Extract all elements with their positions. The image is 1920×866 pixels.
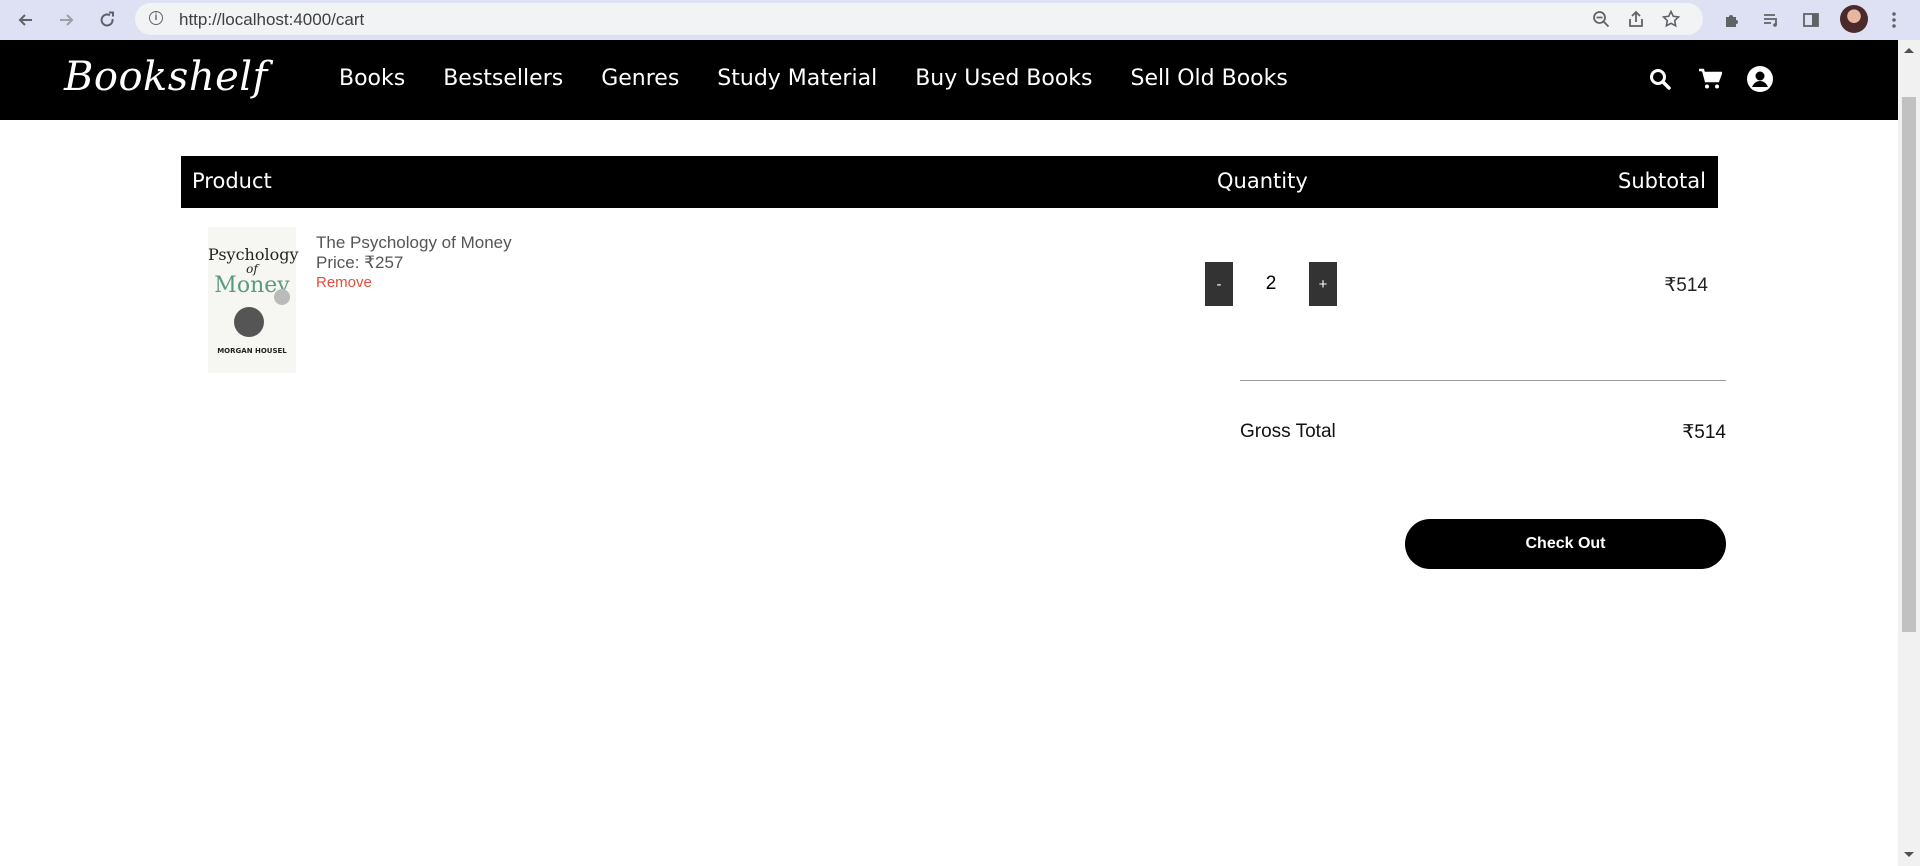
kebab-menu-icon[interactable] <box>1883 9 1905 31</box>
header-product: Product <box>192 169 272 193</box>
remove-item-link[interactable]: Remove <box>316 274 372 291</box>
extensions-puzzle-icon[interactable] <box>1721 9 1743 31</box>
nav-buy-used-books[interactable]: Buy Used Books <box>915 66 1092 91</box>
main-nav: Books Bestsellers Genres Study Material … <box>339 66 1326 91</box>
decrement-quantity-button[interactable]: - <box>1205 262 1233 306</box>
site-logo[interactable]: Bookshelf <box>64 54 268 100</box>
page-scrollbar[interactable] <box>1898 40 1920 866</box>
cover-illustration <box>234 307 264 337</box>
side-panel-icon[interactable] <box>1800 9 1822 31</box>
scrollbar-thumb[interactable] <box>1902 97 1916 632</box>
address-bar[interactable]: i http://localhost:4000/cart <box>135 3 1703 35</box>
nav-bestsellers[interactable]: Bestsellers <box>443 66 563 91</box>
item-subtotal: ₹514 <box>1664 275 1708 296</box>
site-header: Bookshelf Books Bestsellers Genres Study… <box>0 40 1898 120</box>
reload-icon[interactable] <box>95 8 119 32</box>
header-quantity: Quantity <box>1217 169 1308 193</box>
account-icon[interactable] <box>1745 64 1775 94</box>
nav-study-material[interactable]: Study Material <box>717 66 877 91</box>
zoom-out-icon[interactable] <box>1591 9 1611 29</box>
forward-arrow-icon[interactable] <box>54 8 78 32</box>
cart-table-header: Product Quantity Subtotal <box>181 156 1718 208</box>
header-subtotal: Subtotal <box>1618 169 1706 193</box>
cart-item-price: Price: ₹257 <box>316 253 404 272</box>
scroll-up-arrow-icon[interactable] <box>1904 48 1914 53</box>
browser-toolbar: i http://localhost:4000/cart <box>0 0 1920 40</box>
gross-total-label: Gross Total <box>1240 421 1336 442</box>
book-cover-image[interactable]: Psychology of Money MORGAN HOUSEL <box>208 227 299 373</box>
reading-list-icon[interactable] <box>1760 9 1782 31</box>
profile-avatar[interactable] <box>1840 5 1868 33</box>
url-text: http://localhost:4000/cart <box>179 10 365 29</box>
checkout-button[interactable]: Check Out <box>1405 519 1726 569</box>
increment-quantity-button[interactable]: + <box>1309 262 1337 306</box>
back-arrow-icon[interactable] <box>14 8 38 32</box>
totals-divider <box>1240 380 1726 381</box>
nav-sell-old-books[interactable]: Sell Old Books <box>1131 66 1288 91</box>
site-info-icon[interactable]: i <box>149 11 163 25</box>
cover-author: MORGAN HOUSEL <box>217 347 287 355</box>
cart-icon[interactable] <box>1695 64 1725 94</box>
search-icon[interactable] <box>1645 64 1675 94</box>
gross-total-value: ₹514 <box>1682 422 1726 443</box>
cover-badge <box>274 289 290 305</box>
nav-genres[interactable]: Genres <box>601 66 679 91</box>
share-icon[interactable] <box>1626 9 1646 29</box>
quantity-value: 2 <box>1265 273 1277 294</box>
cart-item-title[interactable]: The Psychology of Money <box>316 233 512 253</box>
bookmark-star-icon[interactable] <box>1661 9 1681 29</box>
scroll-down-arrow-icon[interactable] <box>1904 852 1914 857</box>
nav-books[interactable]: Books <box>339 66 405 91</box>
